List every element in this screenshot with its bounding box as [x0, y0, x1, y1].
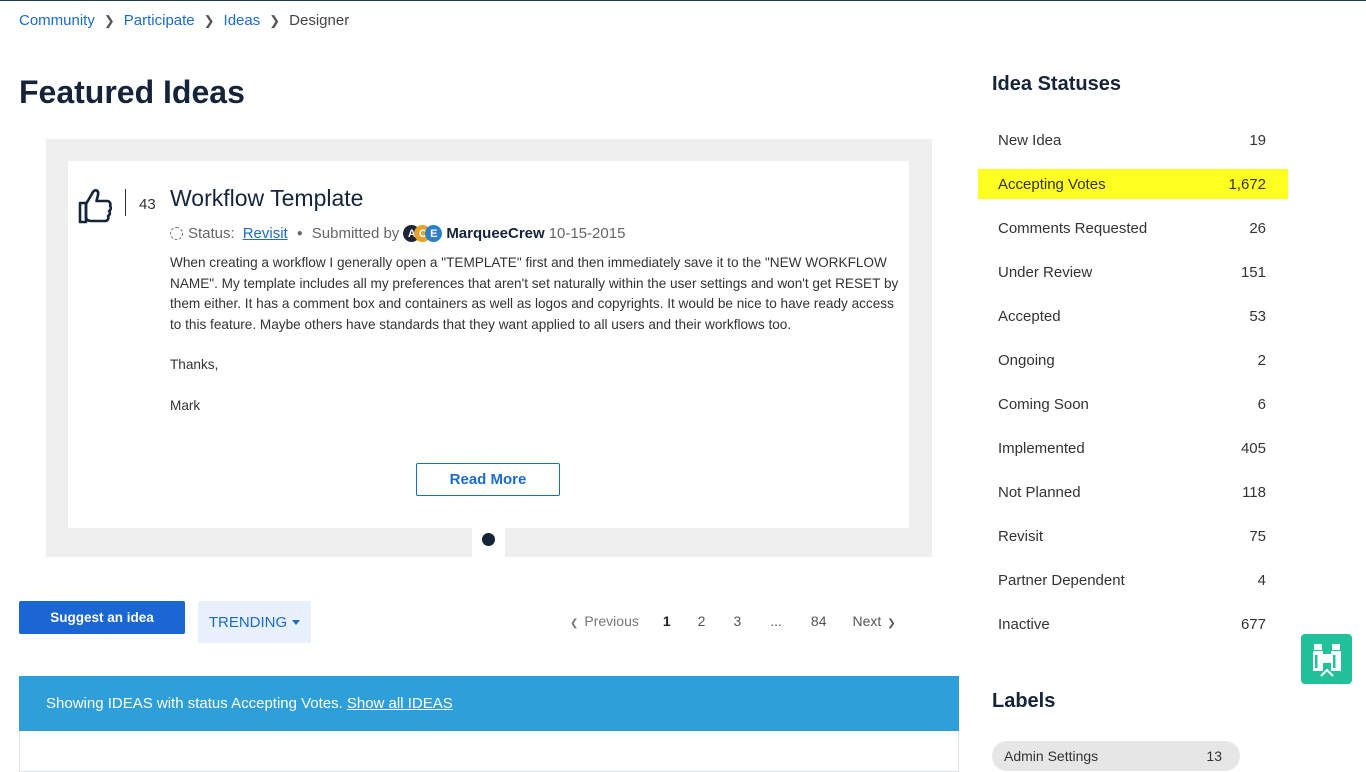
status-name: Partner Dependent — [998, 571, 1125, 589]
status-item-inactive[interactable]: Inactive 677 — [978, 602, 1288, 646]
status-item-coming-soon[interactable]: Coming Soon 6 — [978, 382, 1288, 426]
status-name: Not Planned — [998, 483, 1081, 501]
label-item-admin-settings[interactable]: Admin Settings 13 — [992, 741, 1240, 771]
status-item-revisit[interactable]: Revisit 75 — [978, 514, 1288, 558]
show-all-ideas-link[interactable]: Show all IDEAS — [347, 695, 453, 712]
status-count: 677 — [1240, 615, 1266, 633]
top-border — [0, 0, 1366, 1]
idea-body-paragraph: Thanks, — [170, 357, 219, 372]
status-count: 1,672 — [1228, 175, 1266, 193]
status-name: Accepted — [998, 307, 1061, 325]
label-name: Admin Settings — [1004, 748, 1099, 764]
status-name: New Idea — [998, 131, 1062, 149]
ideas-list-panel — [19, 731, 959, 772]
idea-statuses-title: Idea Statuses — [992, 73, 1121, 95]
status-name: Ongoing — [998, 351, 1055, 369]
status-name: Revisit — [998, 527, 1044, 545]
labels-title: Labels — [992, 690, 1056, 712]
status-count: 6 — [1257, 395, 1266, 413]
filter-status-text: Showing IDEAS with status Accepting Vote… — [46, 695, 343, 712]
pagination-next[interactable]: Next ❯ — [853, 613, 896, 629]
breadcrumb-ideas[interactable]: Ideas — [224, 12, 261, 29]
sort-dropdown[interactable]: TRENDING — [198, 601, 311, 643]
carousel-indicator — [472, 528, 505, 557]
chevron-right-icon: ❯ — [103, 12, 115, 28]
idea-title[interactable]: Workflow Template — [170, 185, 363, 212]
suggest-idea-button[interactable]: Suggest an idea — [19, 601, 185, 634]
status-count: 26 — [1249, 219, 1266, 237]
status-name: Coming Soon — [998, 395, 1089, 413]
idea-body-paragraph: When creating a workflow I generally ope… — [170, 255, 899, 332]
chevron-right-icon: ❯ — [203, 12, 215, 28]
next-label: Next — [852, 613, 882, 629]
status-name: Inactive — [998, 615, 1050, 633]
pagination-ellipsis: ... — [770, 613, 782, 629]
sort-label: TRENDING — [208, 613, 288, 631]
status-item-comments-requested[interactable]: Comments Requested 26 — [978, 206, 1288, 250]
vote-count: 43 — [139, 196, 156, 213]
status-count: 75 — [1249, 527, 1266, 545]
status-name: Under Review — [998, 263, 1093, 281]
chevron-right-icon: ❯ — [269, 12, 281, 28]
pagination-page[interactable]: 1 — [663, 613, 671, 629]
pagination-page[interactable]: 2 — [698, 613, 706, 629]
status-item-ongoing[interactable]: Ongoing 2 — [978, 338, 1288, 382]
status-name: Comments Requested — [998, 219, 1148, 237]
idea-date: 10-15-2015 — [548, 225, 626, 242]
pagination-page[interactable]: 84 — [811, 613, 827, 629]
breadcrumb-community[interactable]: Community — [19, 12, 95, 29]
breadcrumb-current: Designer — [289, 12, 350, 29]
ace-badge: A C E — [403, 225, 443, 242]
status-link[interactable]: Revisit — [243, 225, 288, 242]
read-more-button[interactable]: Read More — [416, 463, 560, 496]
idea-statuses-list: New Idea 19 Accepting Votes 1,672 Comments… — [978, 118, 1288, 646]
status-item-accepting-votes[interactable]: Accepting Votes 1,672 — [978, 169, 1288, 199]
status-count: 2 — [1257, 351, 1266, 369]
status-name: Implemented — [998, 439, 1085, 457]
idea-body: When creating a workflow I generally ope… — [170, 253, 900, 436]
idea-body-paragraph: Mark — [170, 397, 201, 413]
label-count: 13 — [1206, 748, 1222, 764]
page-title: Featured Ideas — [19, 74, 245, 110]
pagination-page[interactable]: 3 — [733, 613, 741, 629]
vote-divider — [125, 189, 126, 216]
caret-down-icon — [292, 619, 301, 625]
status-ring-icon — [170, 227, 183, 240]
status-count: 405 — [1240, 439, 1266, 457]
status-item-not-planned[interactable]: Not Planned 118 — [978, 470, 1288, 514]
pagination: ❮ Previous 1 2 3 ... 84 Next ❯ — [570, 613, 896, 629]
featured-carousel: 43 Workflow Template Status: Revisit ● S… — [46, 139, 932, 557]
idea-meta: Status: Revisit ● Submitted by A C E Mar… — [170, 225, 625, 242]
status-count: 4 — [1257, 571, 1266, 589]
chevron-left-icon: ❮ — [570, 618, 579, 629]
carousel-dot[interactable] — [482, 533, 495, 546]
chevron-right-icon: ❯ — [887, 618, 896, 629]
status-count: 151 — [1240, 263, 1266, 281]
badge-letter: E — [425, 225, 443, 242]
floating-search-button[interactable] — [1301, 634, 1352, 684]
featured-idea-card: 43 Workflow Template Status: Revisit ● S… — [68, 161, 909, 528]
binoculars-icon — [1312, 644, 1341, 677]
separator-dot: ● — [296, 228, 303, 239]
status-item-accepted[interactable]: Accepted 53 — [978, 294, 1288, 338]
breadcrumb-participate[interactable]: Participate — [124, 12, 195, 29]
status-item-implemented[interactable]: Implemented 405 — [978, 426, 1288, 470]
breadcrumb: Community ❯ Participate ❯ Ideas ❯ Design… — [19, 12, 349, 29]
pagination-previous[interactable]: ❮ Previous — [570, 613, 639, 629]
previous-label: Previous — [584, 613, 639, 629]
status-item-new-idea[interactable]: New Idea 19 — [978, 118, 1288, 162]
status-count: 53 — [1249, 307, 1266, 325]
author-link[interactable]: MarqueeCrew — [446, 225, 544, 242]
status-item-partner-dependent[interactable]: Partner Dependent 4 — [978, 558, 1288, 602]
status-name: Accepting Votes — [998, 175, 1106, 193]
status-count: 118 — [1242, 483, 1266, 501]
status-count: 19 — [1249, 131, 1266, 149]
thumbs-up-icon[interactable] — [78, 188, 112, 224]
status-label: Status: — [188, 225, 235, 242]
status-item-under-review[interactable]: Under Review 151 — [978, 250, 1288, 294]
submitted-by-label: Submitted by — [311, 225, 400, 242]
filter-status-bar: Showing IDEAS with status Accepting Vote… — [19, 676, 959, 731]
